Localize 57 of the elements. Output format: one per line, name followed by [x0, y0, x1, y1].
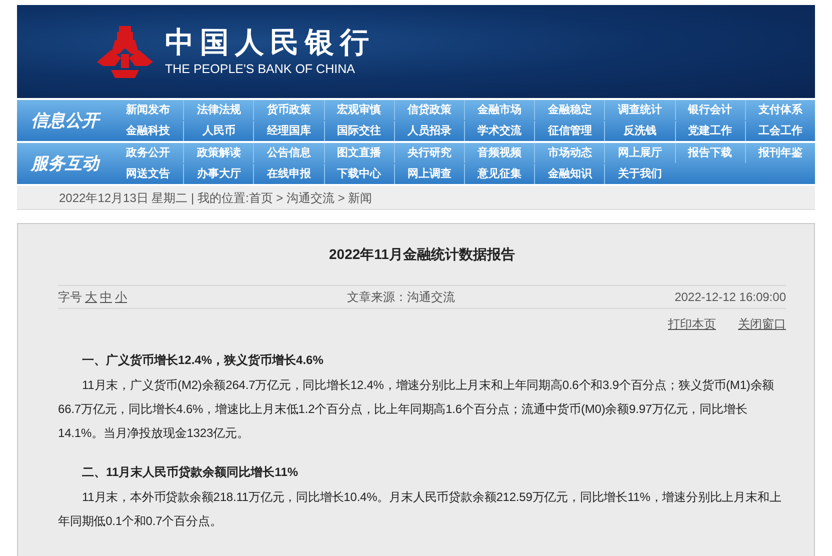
- article-paragraph: 11月末，广义货币(M2)余额264.7万亿元，同比增长12.4%，增速分别比上月末和上年同期高0.6个和3.9个百分点；狭义货币(M1)余额66.7万亿元，同比增长4.6%，增速比上月末低1.2个百分点，比上年同期高1.6个百分点；流通中货币(M0)余额9.97万亿元，同比增长14.1%。当月净投放现金1323亿元。: [58, 377, 776, 442]
- nav-link[interactable]: 央行研究: [394, 143, 464, 163]
- nav-link[interactable]: 公告信息: [253, 143, 324, 163]
- nav-link[interactable]: 调查统计: [604, 100, 675, 120]
- font-size-label: 字号: [58, 289, 82, 306]
- nav-link[interactable]: 在线申报: [253, 164, 324, 184]
- nav-link[interactable]: 网送文告: [113, 164, 184, 184]
- nav-link[interactable]: 党建工作: [674, 121, 745, 141]
- nav-link[interactable]: 工会工作: [744, 121, 815, 141]
- font-size-link[interactable]: 小: [115, 288, 127, 306]
- nav-link[interactable]: 金融知识: [534, 164, 604, 184]
- action-link[interactable]: 打印本页: [668, 315, 716, 333]
- nav-link[interactable]: 政策解读: [183, 143, 254, 163]
- font-size-link[interactable]: 大: [85, 288, 97, 306]
- nav-link[interactable]: 金融稳定: [534, 100, 604, 120]
- nav-link[interactable]: 新闻发布: [113, 100, 184, 120]
- nav-link[interactable]: 市场动态: [534, 143, 604, 163]
- nav-link[interactable]: 图文直播: [324, 143, 394, 163]
- nav-link[interactable]: 报刊年鉴: [744, 143, 815, 163]
- nav-link[interactable]: 货币政策: [253, 100, 324, 120]
- nav-link[interactable]: 网上展厅: [604, 143, 675, 163]
- nav-link[interactable]: 关于我们: [604, 164, 675, 184]
- nav-link[interactable]: 国际交往: [324, 121, 394, 141]
- nav-link[interactable]: 人员招录: [394, 121, 464, 141]
- nav-link[interactable]: 经理国库: [253, 121, 324, 141]
- nav-link[interactable]: 金融市场: [464, 100, 534, 120]
- nav-link[interactable]: 政务公开: [113, 143, 184, 163]
- nav-link[interactable]: 网上调查: [394, 164, 464, 184]
- nav-link[interactable]: 征信管理: [534, 121, 604, 141]
- nav-group-label: 服务互动: [17, 143, 113, 184]
- section-heading: 一、广义货币增长12.4%，狭义货币增长4.6%: [81, 352, 324, 369]
- nav-link[interactable]: 信贷政策: [394, 100, 464, 120]
- nav-link[interactable]: 支付体系: [744, 100, 815, 120]
- nav-link[interactable]: 下载中心: [324, 164, 394, 184]
- article-paragraph: 11月末，本外币贷款余额218.11万亿元，同比增长10.4%。月末人民币贷款余额212.59万亿元，同比增长11%，增速分别比上月末和上年同期低0.1个和0.7个百分点。: [58, 489, 782, 530]
- article-title: 2022年11月金融统计数据报告: [328, 245, 516, 264]
- nav-link[interactable]: 学术交流: [464, 121, 534, 141]
- nav-link[interactable]: 反洗钱: [604, 121, 675, 141]
- breadcrumb-text: 2022年12月13日 星期二 | 我的位置:首页 > 沟通交流 > 新闻: [17, 186, 815, 210]
- nav-link[interactable]: 人民币: [183, 121, 254, 141]
- nav-link[interactable]: 宏观审慎: [324, 100, 394, 120]
- action-link[interactable]: 关闭窗口: [738, 315, 786, 333]
- nav-link[interactable]: 法律法规: [183, 100, 254, 120]
- nav-group-label: 信息公开: [17, 100, 113, 141]
- article-date: 2022-12-12 16:09:00: [674, 289, 786, 306]
- nav-link[interactable]: 金融科技: [113, 121, 184, 141]
- bank-name: 中国人民银行: [165, 28, 375, 57]
- nav-link[interactable]: 办事大厅: [183, 164, 254, 184]
- bank-name-english: THE PEOPLE'S BANK OF CHINA: [165, 62, 356, 76]
- nav-link[interactable]: 意见征集: [464, 164, 534, 184]
- article-source: 文章来源：沟通交流: [346, 289, 455, 306]
- font-size-link[interactable]: 中: [100, 288, 112, 306]
- nav-link[interactable]: 银行会计: [674, 100, 745, 120]
- bank-logo-icon: [95, 26, 155, 78]
- section-heading: 二、11月末人民币贷款余额同比增长11%: [81, 464, 300, 481]
- nav-link[interactable]: 报告下载: [674, 143, 745, 163]
- nav-link[interactable]: 音频视频: [464, 143, 534, 163]
